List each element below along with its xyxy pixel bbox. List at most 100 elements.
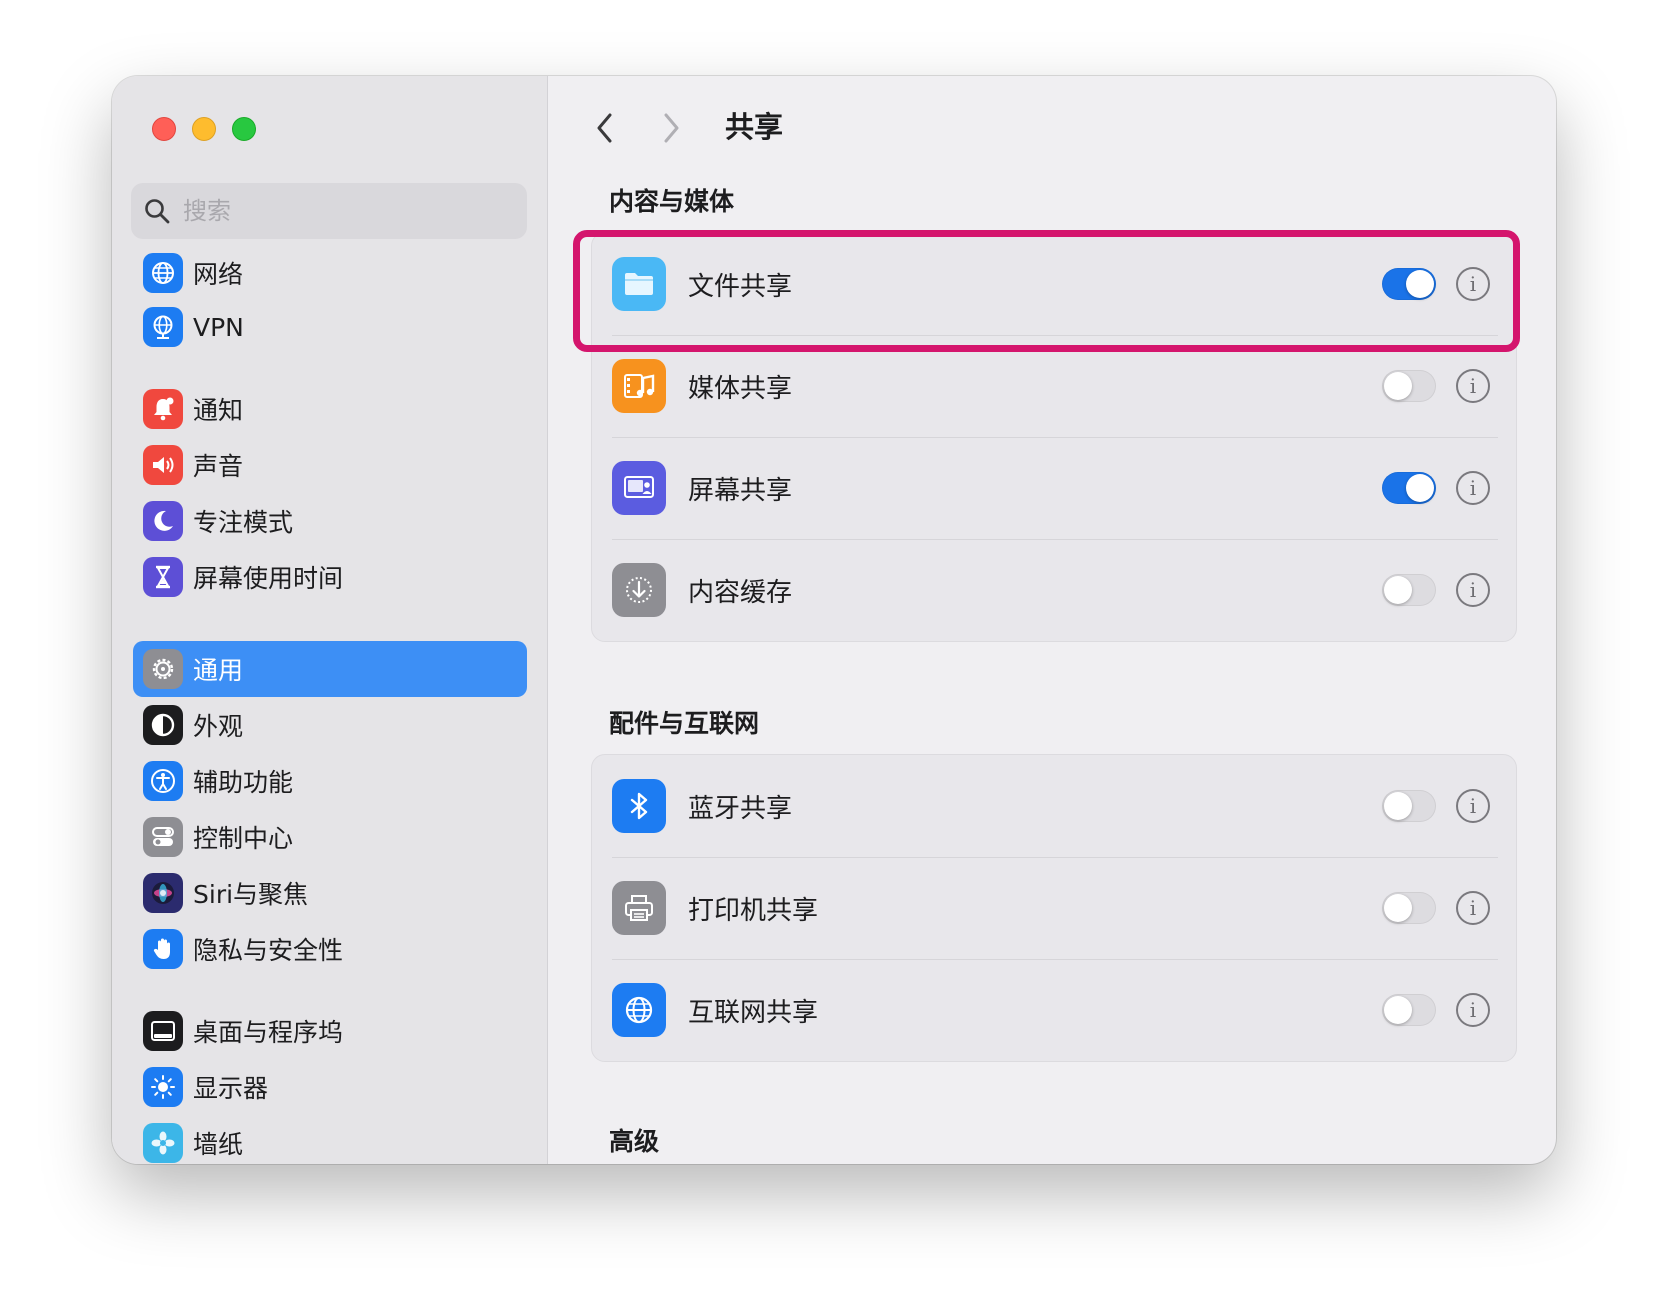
printer-icon (612, 881, 666, 935)
traffic-lights (152, 117, 256, 141)
sidebar-item-label: 墙纸 (193, 1130, 244, 1159)
content-caching-toggle[interactable] (1382, 574, 1436, 606)
info-icon[interactable]: i (1456, 369, 1490, 403)
internet-sharing-toggle[interactable] (1382, 994, 1436, 1026)
sidebar-item-vpn[interactable]: VPN (133, 299, 527, 355)
system-settings-window: 网络 VPN 通知 声音 专注模式 (112, 76, 1556, 1164)
row-bluetooth-sharing: 蓝牙共享 i (592, 755, 1516, 857)
download-cache-icon (612, 563, 666, 617)
chevron-left-icon (597, 113, 612, 143)
info-icon[interactable]: i (1456, 891, 1490, 925)
hourglass-icon (143, 557, 183, 597)
row-label: 文件共享 (688, 271, 793, 302)
minimize-button[interactable] (192, 117, 216, 141)
vpn-globe-icon (143, 307, 183, 347)
row-label: 媒体共享 (688, 373, 793, 404)
hand-icon (143, 929, 183, 969)
printer-sharing-toggle[interactable] (1382, 892, 1436, 924)
sidebar-item-label: 声音 (193, 452, 244, 481)
row-content-caching: 内容缓存 i (592, 539, 1516, 641)
row-label: 内容缓存 (688, 577, 793, 608)
appearance-icon (143, 705, 183, 745)
sidebar-item-general[interactable]: 通用 (133, 641, 527, 697)
forward-button[interactable] (651, 106, 691, 150)
row-screen-sharing: 屏幕共享 i (592, 437, 1516, 539)
sidebar-item-privacy-security[interactable]: 隐私与安全性 (133, 921, 527, 977)
sidebar-item-sound[interactable]: 声音 (133, 437, 527, 493)
info-icon[interactable]: i (1456, 471, 1490, 505)
file-sharing-toggle[interactable] (1382, 268, 1436, 300)
sidebar-item-focus[interactable]: 专注模式 (133, 493, 527, 549)
sidebar-item-screen-time[interactable]: 屏幕使用时间 (133, 549, 527, 605)
media-icon (612, 359, 666, 413)
sidebar-item-label: 外观 (193, 712, 244, 741)
sidebar-item-label: 网络 (193, 260, 244, 289)
page-title: 共享 (725, 110, 784, 144)
bluetooth-icon (612, 779, 666, 833)
sidebar-item-control-center[interactable]: 控制中心 (133, 809, 527, 865)
sidebar-item-label: 通知 (193, 396, 244, 425)
main-pane: 共享 内容与媒体 文件共享 i 媒体共享 i 屏幕共享 i 内容缓存 i 配件与… (549, 76, 1556, 1164)
gear-icon (143, 649, 183, 689)
sidebar-item-label: 控制中心 (193, 824, 294, 853)
screen-share-icon (612, 461, 666, 515)
globe-icon (612, 983, 666, 1037)
chevron-right-icon (664, 113, 679, 143)
accessibility-icon (143, 761, 183, 801)
bell-icon (143, 389, 183, 429)
close-button[interactable] (152, 117, 176, 141)
sidebar-item-label: VPN (193, 312, 244, 342)
screen-sharing-toggle[interactable] (1382, 472, 1436, 504)
sidebar-item-label: 辅助功能 (193, 768, 294, 797)
row-label: 打印机共享 (688, 895, 819, 926)
sidebar-item-label: 专注模式 (193, 508, 294, 537)
row-media-sharing: 媒体共享 i (592, 335, 1516, 437)
bluetooth-sharing-toggle[interactable] (1382, 790, 1436, 822)
sidebar-item-label: 桌面与程序坞 (193, 1018, 344, 1047)
sidebar-item-wallpaper[interactable]: 墙纸 (133, 1115, 527, 1164)
group-content-media: 文件共享 i 媒体共享 i 屏幕共享 i 内容缓存 i (591, 232, 1517, 642)
sidebar-item-appearance[interactable]: 外观 (133, 697, 527, 753)
moon-icon (143, 501, 183, 541)
sidebar-item-siri[interactable]: Siri与聚焦 (133, 865, 527, 921)
sidebar-item-label: 通用 (193, 656, 244, 685)
siri-icon (143, 873, 183, 913)
section-title-accessories-internet: 配件与互联网 (609, 709, 760, 738)
zoom-button[interactable] (232, 117, 256, 141)
back-button[interactable] (585, 106, 625, 150)
info-icon[interactable]: i (1456, 267, 1490, 301)
sidebar-item-accessibility[interactable]: 辅助功能 (133, 753, 527, 809)
media-sharing-toggle[interactable] (1382, 370, 1436, 402)
search-icon (145, 199, 170, 224)
row-label: 蓝牙共享 (688, 793, 793, 824)
sidebar: 网络 VPN 通知 声音 专注模式 (112, 76, 548, 1164)
info-icon[interactable]: i (1456, 789, 1490, 823)
search-input[interactable] (183, 197, 503, 225)
section-title-content-media: 内容与媒体 (609, 187, 735, 216)
sun-icon (143, 1067, 183, 1107)
sidebar-item-desktop-dock[interactable]: 桌面与程序坞 (133, 1003, 527, 1059)
sidebar-item-notifications[interactable]: 通知 (133, 381, 527, 437)
folder-icon (612, 257, 666, 311)
info-icon[interactable]: i (1456, 573, 1490, 607)
toggles-icon (143, 817, 183, 857)
info-icon[interactable]: i (1456, 993, 1490, 1027)
row-label: 屏幕共享 (688, 475, 793, 506)
sidebar-item-network[interactable]: 网络 (133, 245, 527, 301)
group-accessories-internet: 蓝牙共享 i 打印机共享 i 互联网共享 i (591, 754, 1517, 1062)
row-file-sharing: 文件共享 i (592, 233, 1516, 335)
sidebar-item-label: Siri与聚焦 (193, 880, 309, 909)
row-internet-sharing: 互联网共享 i (592, 959, 1516, 1061)
row-label: 互联网共享 (688, 997, 819, 1028)
sidebar-item-displays[interactable]: 显示器 (133, 1059, 527, 1115)
sidebar-item-label: 屏幕使用时间 (193, 564, 344, 593)
flower-icon (143, 1123, 183, 1163)
sidebar-item-label: 隐私与安全性 (193, 936, 344, 965)
section-title-advanced: 高级 (609, 1127, 660, 1156)
sidebar-item-label: 显示器 (193, 1074, 269, 1103)
dock-icon (143, 1011, 183, 1051)
search-field[interactable] (131, 183, 527, 239)
speaker-icon (143, 445, 183, 485)
globe-icon (143, 253, 183, 293)
row-printer-sharing: 打印机共享 i (592, 857, 1516, 959)
